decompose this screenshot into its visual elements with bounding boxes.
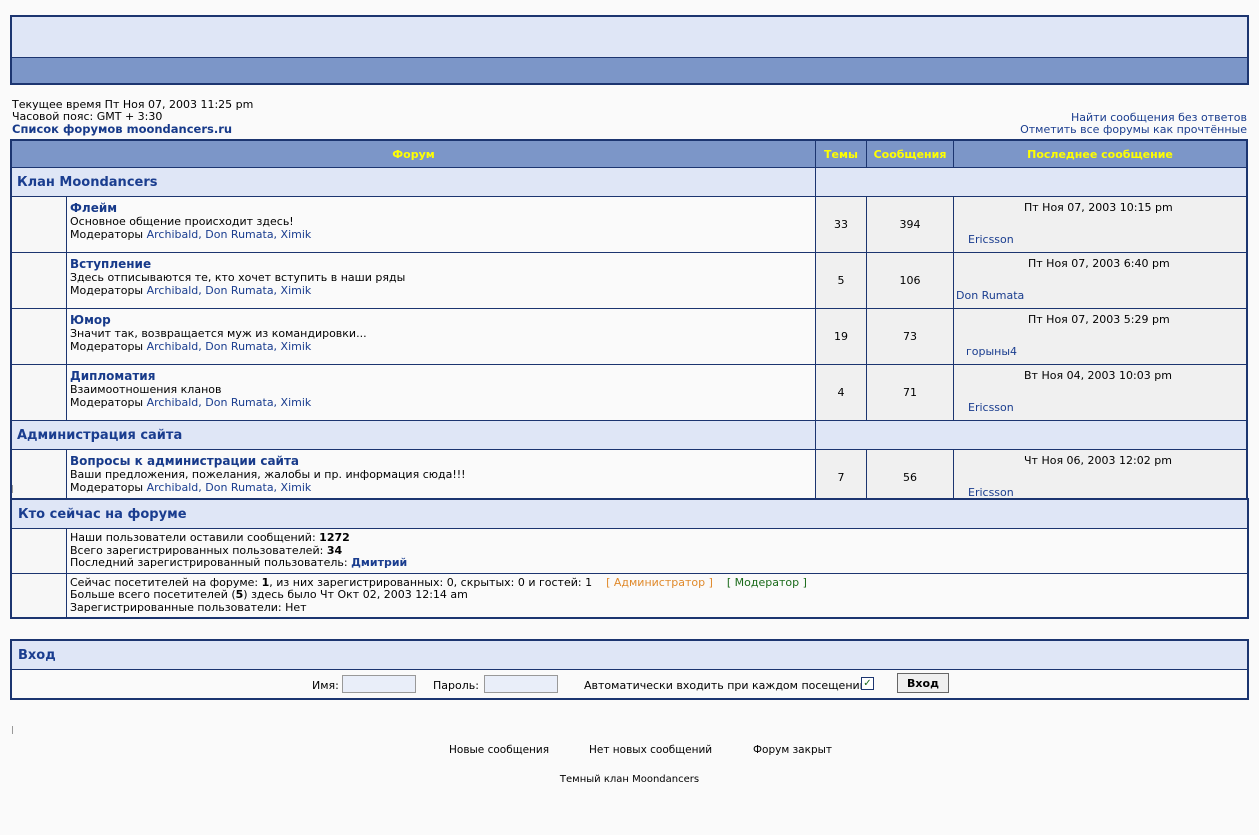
legend-new-posts: Новые сообщения	[449, 744, 550, 756]
category-row: Администрация сайта	[10, 420, 1248, 450]
moderator-links[interactable]: Archibald, Don Rumata, Ximik	[147, 481, 312, 494]
forum-moderators: Модераторы Archibald, Don Rumata, Ximik	[70, 481, 312, 494]
forum-list-table: Форум Темы Сообщения Последнее сообщение…	[10, 139, 1248, 507]
forum-row: Вступление Здесь отписываются те, кто хо…	[10, 252, 1248, 309]
registered-online: Зарегистрированные пользователи: Нет	[70, 600, 307, 614]
last-post-date: Пт Ноя 07, 2003 5:29 pm	[1028, 313, 1170, 326]
last-post-cell: Вт Ноя 04, 2003 10:03 pm Ericsson	[953, 364, 1248, 421]
category-link-admin[interactable]: Администрация сайта	[17, 428, 182, 443]
footer-text: Темный клан Moondancers	[559, 774, 700, 785]
last-post-author[interactable]: Ericsson	[968, 401, 1014, 414]
site-header	[10, 15, 1249, 85]
forum-link-humor[interactable]: Юмор	[70, 314, 812, 327]
topics-count: 4	[815, 364, 867, 421]
mark-forums-read-link[interactable]: Отметить все форумы как прочтённые	[1020, 124, 1247, 136]
moderator-links[interactable]: Archibald, Don Rumata, Ximik	[147, 228, 312, 241]
username-label: Имя:	[312, 679, 339, 692]
legend-no-new-posts: Нет новых сообщений	[589, 744, 713, 756]
forum-description: Основное общение происходит здесь!	[70, 215, 294, 228]
forum-link-flame[interactable]: Флейм	[70, 202, 812, 215]
category-link-clan[interactable]: Клан Moondancers	[17, 175, 158, 190]
posts-count: 73	[866, 308, 954, 365]
topics-count: 19	[815, 308, 867, 365]
posts-count: 394	[866, 196, 954, 253]
page-info: Текущее время Пт Ноя 07, 2003 11:25 pm Ч…	[12, 99, 253, 136]
moderator-legend: [ Модератор ]	[726, 575, 807, 589]
forum-moderators: Модераторы Archibald, Don Rumata, Ximik	[70, 228, 312, 241]
forum-row: Флейм Основное общение происходит здесь!…	[10, 196, 1248, 253]
login-form: Имя: Пароль: Автоматически входить при к…	[12, 670, 1247, 698]
moderator-links[interactable]: Archibald, Don Rumata, Ximik	[147, 396, 312, 409]
login-title[interactable]: Вход	[18, 648, 56, 663]
divider-tick	[12, 485, 13, 493]
admin-legend: [ Администратор ]	[606, 575, 713, 589]
last-post-cell: Пт Ноя 07, 2003 6:40 pm Don Rumata	[953, 252, 1248, 309]
forum-status-icon	[10, 196, 67, 253]
online-users-icon	[12, 573, 67, 617]
page-actions: Найти сообщения без ответов Отметить все…	[1020, 112, 1247, 136]
forum-description: Ваши предложения, пожелания, жалобы и пр…	[70, 468, 466, 481]
topics-column-header: Темы	[815, 139, 867, 168]
last-post-date: Пт Ноя 07, 2003 10:15 pm	[1024, 201, 1173, 214]
moderator-links[interactable]: Archibald, Don Rumata, Ximik	[147, 284, 312, 297]
autologin-label: Автоматически входить при каждом посещен…	[584, 679, 867, 692]
forum-link-diplomacy[interactable]: Дипломатия	[70, 370, 812, 383]
forum-moderators: Модераторы Archibald, Don Rumata, Ximik	[70, 284, 312, 297]
online-stats-icon	[12, 529, 67, 573]
legend-forum-locked: Форум закрыт	[753, 744, 833, 756]
who-is-online-panel: Кто сейчас на форуме Наши пользователи о…	[10, 498, 1249, 619]
posts-count: 106	[866, 252, 954, 309]
moderator-links[interactable]: Archibald, Don Rumata, Ximik	[147, 340, 312, 353]
last-post-date: Пт Ноя 07, 2003 6:40 pm	[1028, 257, 1170, 270]
forum-index-link[interactable]: Список форумов moondancers.ru	[12, 123, 253, 135]
autologin-checkbox[interactable]: ✓	[861, 677, 874, 690]
last-post-cell: Пт Ноя 07, 2003 5:29 pm горыны4	[953, 308, 1248, 365]
last-post-cell: Пт Ноя 07, 2003 10:15 pm Ericsson	[953, 196, 1248, 253]
last-post-date: Чт Ноя 06, 2003 12:02 pm	[1024, 454, 1172, 467]
topics-count: 33	[815, 196, 867, 253]
posts-column-header: Сообщения	[866, 139, 954, 168]
forum-status-icon	[10, 252, 67, 309]
total-users: 34	[326, 543, 343, 557]
username-input[interactable]	[342, 675, 416, 693]
online-users: Сейчас посетителей на форуме: 1, из них …	[70, 575, 807, 614]
forum-link-joining[interactable]: Вступление	[70, 258, 812, 271]
last-post-author[interactable]: Don Rumata	[956, 289, 1024, 302]
forum-row: Юмор Значит так, возвращается муж из ком…	[10, 308, 1248, 365]
total-posts: 1272	[319, 531, 350, 544]
login-button[interactable]: Вход	[897, 673, 949, 693]
last-post-date: Вт Ноя 04, 2003 10:03 pm	[1024, 369, 1172, 382]
forum-link-admin-questions[interactable]: Вопросы к администрации сайта	[70, 455, 812, 468]
forum-description: Значит так, возвращается муж из командир…	[70, 327, 367, 340]
forum-stats: Наши пользователи оставили сообщений: 12…	[70, 531, 408, 569]
forum-description: Взаимоотношения кланов	[70, 383, 222, 396]
forum-status-icon	[10, 308, 67, 365]
forum-row: Дипломатия Взаимоотношения кланов Модера…	[10, 364, 1248, 421]
forum-column-header: Форум	[10, 139, 816, 168]
forum-moderators: Модераторы Archibald, Don Rumata, Ximik	[70, 396, 312, 409]
header-bar	[12, 57, 1247, 83]
forum-status-icon	[10, 364, 67, 421]
last-post-author[interactable]: горыны4	[966, 345, 1017, 358]
forum-moderators: Модераторы Archibald, Don Rumata, Ximik	[70, 340, 312, 353]
category-row: Клан Moondancers	[10, 167, 1248, 197]
table-header-row: Форум Темы Сообщения Последнее сообщение	[10, 139, 1248, 168]
password-label: Пароль:	[433, 679, 479, 692]
topics-count: 5	[815, 252, 867, 309]
login-panel: Вход Имя: Пароль: Автоматически входить …	[10, 639, 1249, 700]
posts-count: 71	[866, 364, 954, 421]
last-post-author[interactable]: Ericsson	[968, 233, 1014, 246]
forum-description: Здесь отписываются те, кто хочет вступит…	[70, 271, 406, 284]
divider-tick	[12, 726, 13, 734]
who-is-online-title[interactable]: Кто сейчас на форуме	[18, 507, 187, 522]
newest-user-link[interactable]: Дмитрий	[351, 556, 407, 569]
password-input[interactable]	[484, 675, 558, 693]
last-post-column-header: Последнее сообщение	[953, 139, 1248, 168]
